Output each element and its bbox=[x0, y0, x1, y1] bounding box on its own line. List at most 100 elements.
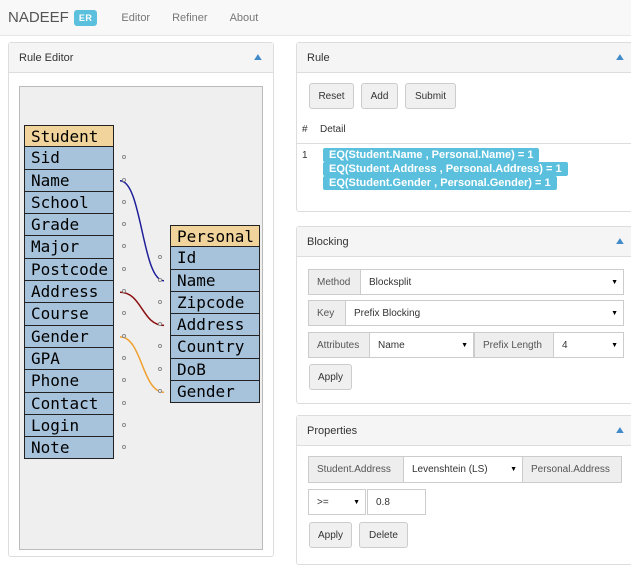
link-address[interactable] bbox=[119, 291, 165, 327]
connector-port-icon[interactable] bbox=[122, 355, 126, 360]
personal-field-label: Name bbox=[177, 270, 216, 290]
table-row-number: 1 bbox=[302, 150, 308, 161]
personal-field-country[interactable]: Country bbox=[158, 336, 260, 359]
personal-field-gender[interactable]: Gender bbox=[158, 381, 260, 404]
caret-down-icon: ▼ bbox=[510, 466, 517, 473]
personal-table-header[interactable]: Personal bbox=[170, 225, 260, 248]
personal-field-label: Gender bbox=[177, 382, 235, 402]
collapse-chevron-icon[interactable]: ▲ bbox=[252, 52, 265, 63]
collapse-chevron-icon[interactable]: ▲ bbox=[614, 236, 627, 247]
personal-field-label: Country bbox=[177, 337, 245, 357]
student-table[interactable]: Student Sid Name School Grade Major Postcode A… bbox=[24, 125, 126, 460]
brand[interactable]: NADEEF ER bbox=[8, 9, 98, 26]
student-field-school[interactable]: School bbox=[24, 191, 126, 215]
connector-port-icon[interactable] bbox=[122, 266, 126, 271]
nav-editor[interactable]: Editor bbox=[121, 12, 150, 24]
key-select[interactable]: Prefix Blocking ▼ bbox=[345, 300, 624, 326]
schema-canvas[interactable]: Student Sid Name School Grade Major Postcode A… bbox=[19, 86, 263, 550]
connector-port-icon[interactable] bbox=[122, 422, 126, 427]
personal-field-label: DoB bbox=[177, 359, 206, 379]
student-field-label: Contact bbox=[31, 393, 99, 413]
connector-port-icon[interactable] bbox=[122, 177, 126, 182]
personal-field-label: Zipcode bbox=[177, 292, 245, 312]
submit-button[interactable]: Submit bbox=[405, 83, 456, 109]
prefix-length-value: 4 bbox=[562, 339, 568, 351]
method-value: Blocksplit bbox=[369, 276, 412, 288]
connector-port-icon[interactable] bbox=[158, 277, 162, 282]
personal-field-name[interactable]: Name bbox=[158, 269, 260, 292]
caret-down-icon: ▼ bbox=[611, 278, 618, 286]
connector-port-icon[interactable] bbox=[122, 199, 126, 204]
student-field-postcode[interactable]: Postcode bbox=[24, 258, 126, 282]
similarity-value: Levenshtein (LS) bbox=[412, 464, 488, 475]
collapse-chevron-icon[interactable]: ▲ bbox=[614, 425, 627, 436]
table-divider bbox=[297, 143, 631, 144]
attributes-value: Name bbox=[378, 339, 405, 351]
connector-port-icon[interactable] bbox=[122, 400, 126, 405]
blocking-title: Blocking bbox=[307, 235, 349, 248]
student-field-name[interactable]: Name bbox=[24, 169, 126, 192]
operator-value: >= bbox=[317, 496, 329, 508]
attributes-label: Attributes bbox=[308, 332, 370, 358]
navbar: NADEEF ER Editor Refiner About bbox=[0, 0, 631, 36]
student-field-contact[interactable]: Contact bbox=[24, 392, 126, 415]
rule-editor-title: Rule Editor bbox=[19, 51, 74, 64]
student-field-label: Note bbox=[31, 438, 70, 458]
prefix-length-label: Prefix Length bbox=[474, 332, 554, 358]
method-select[interactable]: Blocksplit ▼ bbox=[360, 269, 624, 295]
personal-field-label: Address bbox=[177, 315, 245, 335]
rule-detail-name[interactable]: EQ(Student.Name , Personal.Name) = 1 bbox=[323, 148, 540, 162]
student-field-major[interactable]: Major bbox=[24, 236, 126, 259]
personal-field-dob[interactable]: DoB bbox=[158, 358, 260, 382]
student-field-sid[interactable]: Sid bbox=[24, 147, 126, 170]
operator-select[interactable]: >= ▼ bbox=[308, 489, 366, 515]
blocking-apply-button[interactable]: Apply bbox=[309, 364, 352, 390]
student-field-gpa[interactable]: GPA bbox=[24, 347, 126, 371]
right-attribute-label: Personal.Address bbox=[522, 456, 622, 483]
student-field-phone[interactable]: Phone bbox=[24, 370, 126, 393]
student-table-header[interactable]: Student bbox=[24, 125, 114, 148]
nav-about[interactable]: About bbox=[230, 12, 259, 24]
connector-port-icon[interactable] bbox=[122, 333, 126, 338]
student-field-note[interactable]: Note bbox=[24, 437, 126, 460]
similarity-select[interactable]: Levenshtein (LS) ▼ bbox=[403, 456, 523, 483]
caret-down-icon: ▼ bbox=[461, 341, 468, 349]
student-field-label: Sid bbox=[31, 148, 60, 168]
attributes-select[interactable]: Name ▼ bbox=[369, 332, 474, 358]
reset-button[interactable]: Reset bbox=[309, 83, 354, 109]
student-field-grade[interactable]: Grade bbox=[24, 214, 126, 237]
key-label: Key bbox=[308, 300, 346, 326]
brand-name: NADEEF bbox=[8, 9, 69, 26]
nav-refiner[interactable]: Refiner bbox=[172, 12, 207, 24]
student-field-course[interactable]: Course bbox=[24, 303, 126, 326]
threshold-value: 0.8 bbox=[376, 496, 390, 508]
properties-apply-button[interactable]: Apply bbox=[309, 522, 352, 548]
student-field-login[interactable]: Login bbox=[24, 414, 126, 438]
caret-down-icon: ▼ bbox=[611, 341, 618, 349]
rule-detail-address[interactable]: EQ(Student.Address , Personal.Address) =… bbox=[323, 162, 568, 176]
rule-detail-gender[interactable]: EQ(Student.Gender , Personal.Gender) = 1 bbox=[323, 176, 557, 190]
delete-button[interactable]: Delete bbox=[359, 522, 408, 548]
col-hash-header: # bbox=[302, 124, 308, 135]
student-field-label: Phone bbox=[31, 371, 80, 391]
method-label: Method bbox=[308, 269, 361, 295]
student-field-label: Login bbox=[31, 415, 80, 435]
caret-down-icon: ▼ bbox=[353, 498, 360, 506]
connector-port-icon[interactable] bbox=[158, 366, 162, 371]
student-field-label: Grade bbox=[31, 215, 80, 235]
link-name[interactable] bbox=[119, 180, 165, 282]
student-field-label: GPA bbox=[31, 348, 60, 368]
collapse-chevron-icon[interactable]: ▲ bbox=[614, 52, 627, 63]
personal-field-address[interactable]: Address bbox=[158, 314, 260, 337]
personal-field-id[interactable]: Id bbox=[158, 247, 260, 270]
prefix-length-select[interactable]: 4 ▼ bbox=[553, 332, 624, 358]
student-field-gender[interactable]: Gender bbox=[24, 325, 126, 348]
personal-field-label: Id bbox=[177, 248, 197, 268]
student-field-label: Gender bbox=[31, 326, 89, 346]
student-field-address[interactable]: Address bbox=[24, 281, 126, 304]
connector-port-icon[interactable] bbox=[158, 299, 162, 304]
personal-field-zipcode[interactable]: Zipcode bbox=[158, 291, 260, 315]
threshold-input[interactable]: 0.8 bbox=[367, 489, 426, 515]
personal-table[interactable]: Personal Id Name Zipcode Address Country DoB G… bbox=[158, 225, 260, 404]
add-button[interactable]: Add bbox=[361, 83, 398, 109]
